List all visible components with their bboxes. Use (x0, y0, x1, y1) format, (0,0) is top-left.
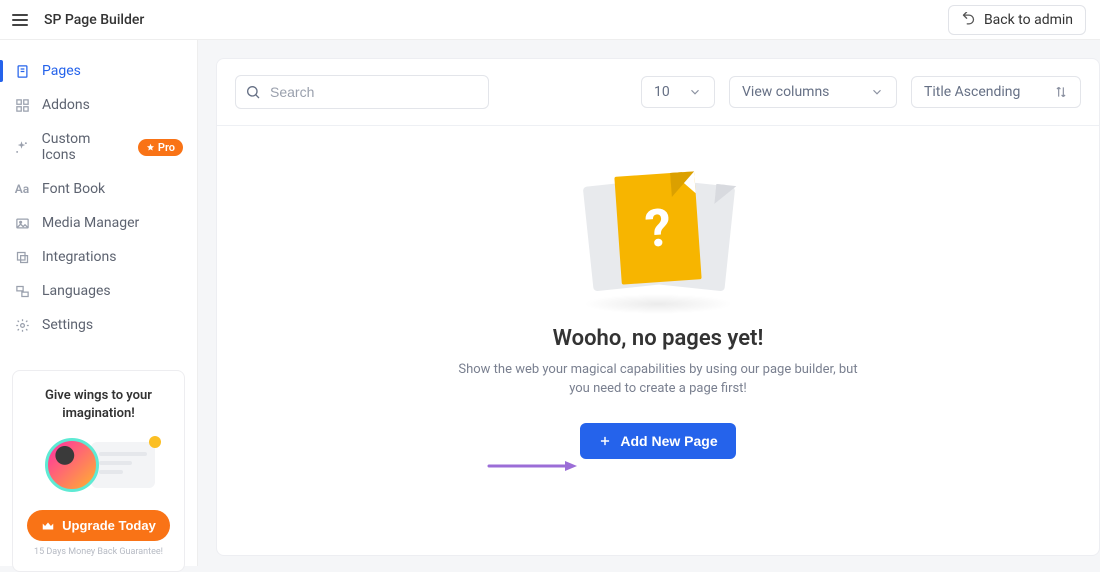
sidebar-item-media-manager[interactable]: Media Manager (0, 206, 197, 240)
sidebar-item-settings[interactable]: Settings (0, 308, 197, 342)
panel-toolbar: 10 View columns Title Ascending (217, 59, 1099, 126)
flags-icon (14, 283, 30, 299)
promo-title: Give wings to your imagination! (25, 387, 172, 422)
empty-description: Show the web your magical capabilities b… (458, 361, 858, 399)
sparkle-icon (14, 139, 30, 155)
app-title: SP Page Builder (44, 12, 144, 28)
promo-illustration (39, 434, 159, 498)
sidebar-item-label: Media Manager (42, 215, 139, 231)
sidebar-item-label: Languages (42, 283, 111, 299)
view-columns-label: View columns (742, 84, 829, 100)
star-icon (146, 143, 155, 152)
file-icon (14, 63, 30, 79)
search-icon (245, 84, 261, 100)
pages-panel: 10 View columns Title Ascending (216, 58, 1100, 556)
page-size-select[interactable]: 10 (641, 76, 715, 108)
pro-badge-label: Pro (158, 141, 175, 154)
sidebar-item-label: Font Book (42, 181, 105, 197)
sort-label: Title Ascending (924, 84, 1020, 100)
overlap-icon (14, 249, 30, 265)
sidebar-item-font-book[interactable]: Aa Font Book (0, 172, 197, 206)
upgrade-button-label: Upgrade Today (62, 518, 156, 533)
plus-icon (598, 434, 612, 448)
sidebar-item-pages[interactable]: Pages (0, 54, 197, 88)
back-to-admin-label: Back to admin (984, 12, 1073, 28)
add-new-page-button[interactable]: Add New Page (580, 423, 735, 459)
sidebar-item-languages[interactable]: Languages (0, 274, 197, 308)
menu-toggle-button[interactable] (10, 10, 30, 30)
image-icon (14, 215, 30, 231)
font-icon: Aa (14, 181, 30, 197)
crown-icon (41, 519, 55, 533)
search-input[interactable] (235, 75, 489, 109)
upgrade-button[interactable]: Upgrade Today (27, 510, 170, 541)
sidebar-nav: Pages Addons Custom Icons Pro Aa (0, 40, 197, 342)
sidebar-item-custom-icons[interactable]: Custom Icons Pro (0, 122, 197, 172)
back-to-admin-button[interactable]: Back to admin (948, 5, 1086, 35)
sidebar: Pages Addons Custom Icons Pro Aa (0, 40, 198, 566)
upgrade-promo-card: Give wings to your imagination! Upgrade … (12, 370, 185, 572)
layout: Pages Addons Custom Icons Pro Aa (0, 40, 1100, 566)
add-new-page-label: Add New Page (620, 433, 717, 449)
annotation-arrow-icon (487, 459, 577, 473)
grid-icon (14, 97, 30, 113)
sidebar-item-label: Settings (42, 317, 93, 333)
topbar: SP Page Builder Back to admin (0, 0, 1100, 40)
pro-badge: Pro (138, 139, 183, 156)
main-content: 10 View columns Title Ascending (198, 40, 1100, 566)
toolbar-right: 10 View columns Title Ascending (641, 76, 1081, 108)
search-wrap (235, 75, 489, 109)
page-size-value: 10 (654, 84, 670, 100)
empty-illustration: ? (568, 168, 748, 318)
undo-icon (961, 12, 976, 27)
chevron-down-icon (688, 85, 702, 99)
sidebar-item-addons[interactable]: Addons (0, 88, 197, 122)
sidebar-item-label: Addons (42, 97, 90, 113)
sidebar-item-integrations[interactable]: Integrations (0, 240, 197, 274)
topbar-left: SP Page Builder (10, 10, 144, 30)
sidebar-item-label: Pages (42, 63, 81, 79)
empty-title: Wooho, no pages yet! (217, 326, 1099, 351)
chevron-down-icon (870, 85, 884, 99)
promo-subtext: 15 Days Money Back Guarantee! (25, 547, 172, 557)
sidebar-item-label: Integrations (42, 249, 116, 265)
sort-select[interactable]: Title Ascending (911, 76, 1081, 108)
view-columns-select[interactable]: View columns (729, 76, 897, 108)
gear-icon (14, 317, 30, 333)
sidebar-item-label: Custom Icons (42, 131, 126, 163)
sort-arrows-icon (1054, 85, 1068, 99)
empty-state: ? Wooho, no pages yet! Show the web your… (217, 126, 1099, 459)
